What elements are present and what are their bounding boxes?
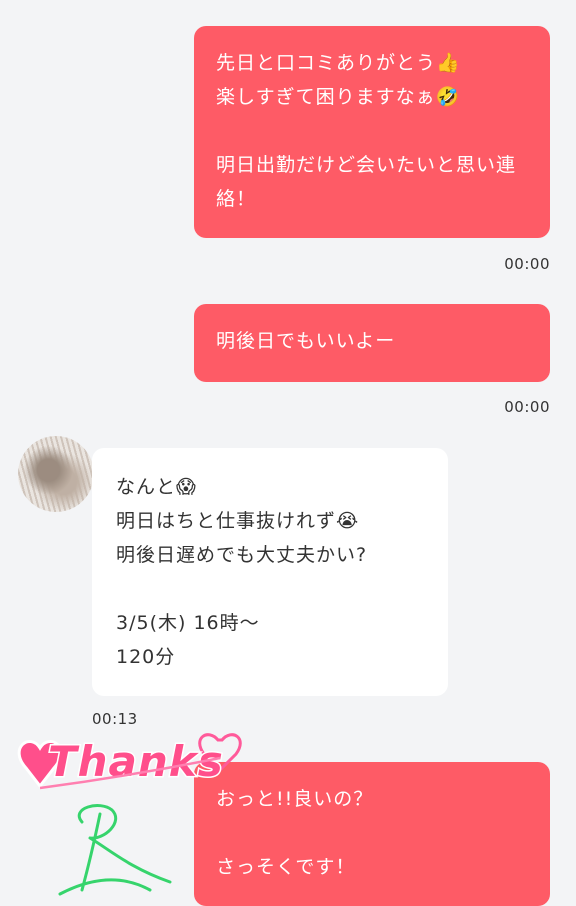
message-line: 明日はちと仕事抜けれず😭	[116, 510, 360, 532]
message-line	[216, 816, 528, 850]
message-timestamp: 00:00	[504, 398, 550, 416]
thanks-sticker: Thanks	[17, 733, 242, 896]
message-line	[216, 114, 528, 148]
avatar[interactable]	[18, 436, 94, 512]
message-line: おっと!!良いの？	[216, 788, 374, 810]
message-bubble-received[interactable]: なんと😱 明日はちと仕事抜けれず😭 明後日遅めでも大丈夫かい? 3/5(木) 1…	[92, 448, 448, 696]
message-line: なんと😱	[116, 476, 197, 498]
message-line: さっそくです！	[216, 856, 356, 878]
message-line: 明日出勤だけど会いたいと思い連	[216, 154, 517, 176]
message-line: 120分	[116, 646, 176, 668]
message-line: 絡！	[216, 188, 257, 210]
message-bubble-sent[interactable]: 先日と口コミありがとう👍 楽しすぎて困りますなぁ🤣 明日出勤だけど会いたいと思い…	[194, 26, 550, 238]
message-line: 楽しすぎて困りますなぁ🤣	[216, 86, 461, 108]
message-line: 明後日でもいいよー	[216, 330, 396, 352]
message-bubble-sent[interactable]: 明後日でもいいよー	[194, 304, 550, 382]
message-line	[116, 572, 424, 606]
message-line: 先日と口コミありがとう👍	[216, 52, 461, 74]
message-line: 3/5(木) 16時〜	[116, 612, 260, 634]
message-timestamp: 00:00	[504, 255, 550, 273]
signature-r	[58, 804, 172, 896]
message-line: 明後日遅めでも大丈夫かい?	[116, 544, 368, 566]
